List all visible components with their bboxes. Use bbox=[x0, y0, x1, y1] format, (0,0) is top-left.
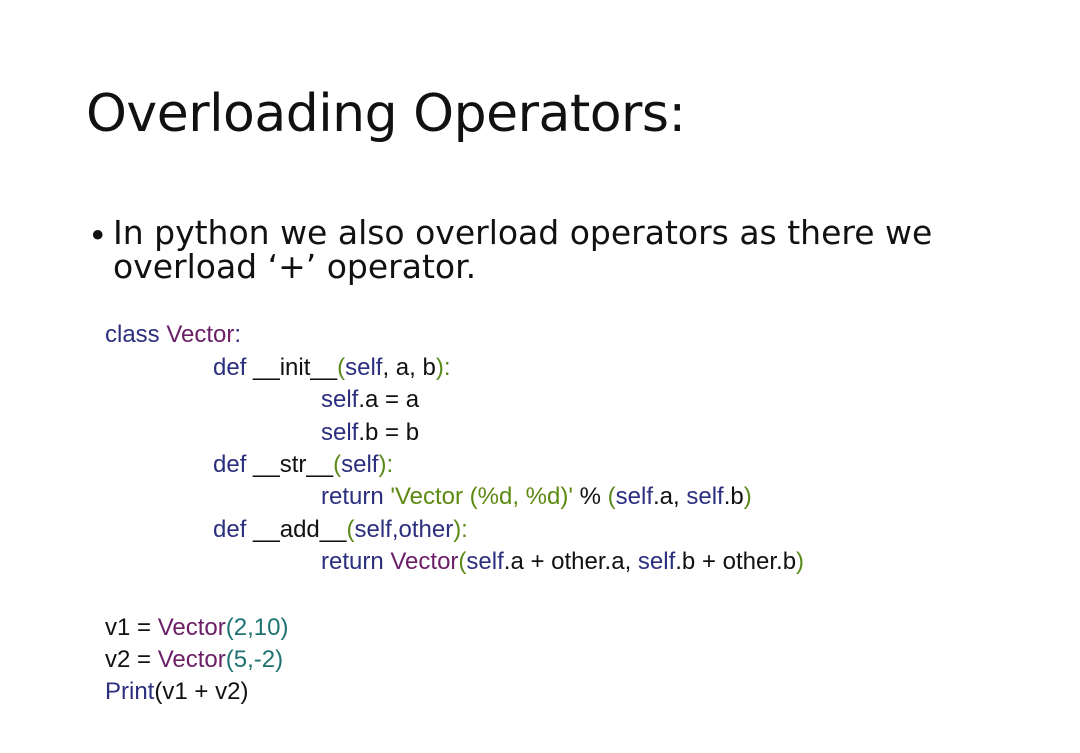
code-line-5: def __str__(self): bbox=[213, 451, 394, 478]
bullet-text-line-2: overload ‘+’ operator. bbox=[113, 247, 477, 286]
code-line-9: v1 = Vector(2,10) bbox=[105, 614, 289, 641]
code-line-11: Print(v1 + v2) bbox=[105, 678, 249, 705]
code-line-4: self.b = b bbox=[321, 419, 420, 446]
bullet-text-line-1: In python we also overload operators as … bbox=[113, 213, 933, 252]
code-line-2: def __init__(self, a, b): bbox=[213, 354, 451, 381]
slide-title: Overloading Operators: bbox=[86, 84, 686, 144]
code-line-10: v2 = Vector(5,-2) bbox=[105, 646, 284, 673]
code-line-6: return 'Vector (%d, %d)' % (self.a, self… bbox=[321, 483, 752, 510]
code-line-1: class Vector: bbox=[105, 321, 242, 348]
code-line-7: def __add__(self,other): bbox=[213, 516, 468, 543]
slide: Overloading Operators: • In python we al… bbox=[0, 0, 1080, 753]
code-line-8: return Vector(self.a + other.a, self.b +… bbox=[321, 548, 805, 575]
code-line-3: self.a = a bbox=[321, 386, 420, 413]
bullet-icon: • bbox=[88, 216, 108, 255]
